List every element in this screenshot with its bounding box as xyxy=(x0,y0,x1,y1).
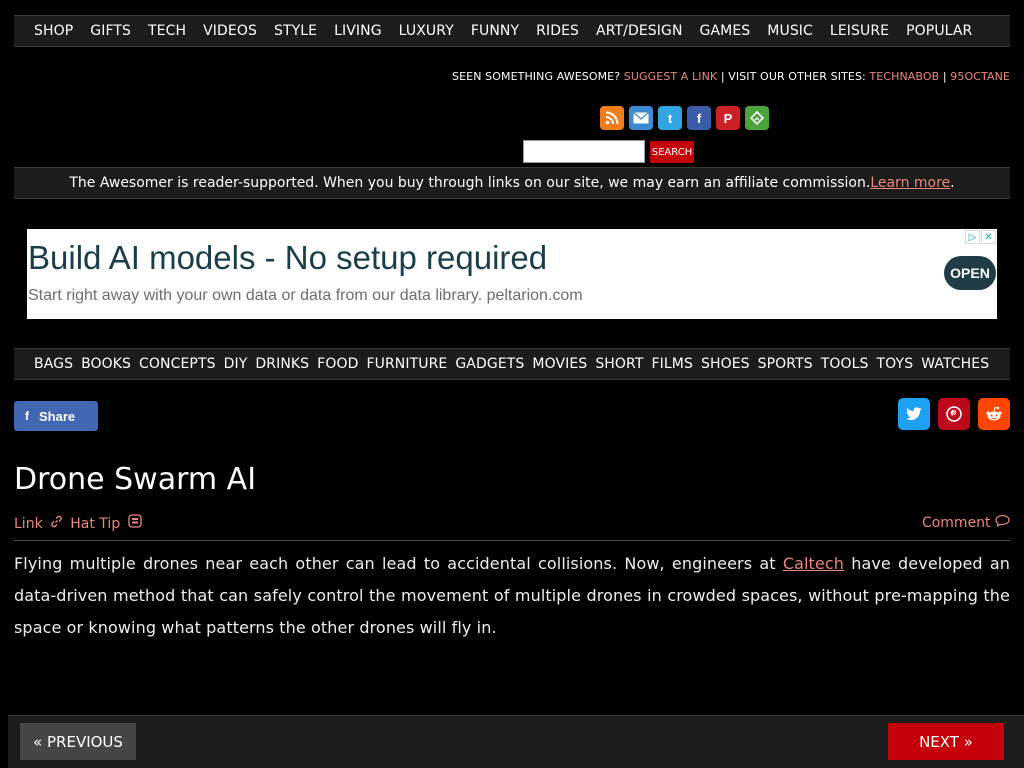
nav-item-tech[interactable]: TECH xyxy=(148,23,186,39)
comment-label: Comment xyxy=(921,515,991,531)
suggest-sep: | xyxy=(939,70,951,83)
post-body: Flying multiple drones near each other c… xyxy=(14,548,1010,644)
95octane-link[interactable]: 95OCTANE xyxy=(950,70,1010,83)
social-icons: t f P xyxy=(600,106,769,130)
category-item-sports[interactable]: SPORTS xyxy=(758,356,813,372)
category-item-short[interactable]: SHORT xyxy=(595,356,643,372)
ad-close-icon[interactable]: ✕ xyxy=(981,230,996,244)
affiliate-text: The Awesomer is reader-supported. When y… xyxy=(69,175,871,191)
category-item-gadgets[interactable]: GADGETS xyxy=(455,356,524,372)
search-button[interactable]: SEARCH xyxy=(650,141,694,163)
ad-choices: ▷ ✕ xyxy=(965,230,996,244)
nav-item-music[interactable]: MUSIC xyxy=(767,23,813,39)
post-title: Drone Swarm AI xyxy=(14,462,257,497)
category-item-furniture[interactable]: FURNITURE xyxy=(366,356,447,372)
ad-subtitle[interactable]: Start right away with your own data or d… xyxy=(28,287,583,305)
next-button[interactable]: NEXT » xyxy=(888,723,1004,760)
twitter-icon[interactable]: t xyxy=(658,106,682,130)
comment-link[interactable]: Comment xyxy=(922,514,1010,531)
chain-link-icon xyxy=(50,515,67,532)
nav-item-luxury[interactable]: LUXURY xyxy=(399,23,454,39)
post-meta-left: Link Hat Tip xyxy=(14,514,145,532)
nav-item-shop[interactable]: SHOP xyxy=(34,23,73,39)
category-item-movies[interactable]: MOVIES xyxy=(532,356,587,372)
post-link[interactable]: Link xyxy=(14,516,43,532)
category-nav: BAGS BOOKS CONCEPTS DIY DRINKS FOOD FURNITURE G… xyxy=(14,348,1010,380)
suggest-prefix: SEEN SOMETHING AWESOME? xyxy=(452,70,624,83)
ad-title[interactable]: Build AI models - No setup required xyxy=(28,239,547,277)
category-item-films[interactable]: FILMS xyxy=(652,356,693,372)
category-item-books[interactable]: BOOKS xyxy=(81,356,131,372)
technabob-link[interactable]: TECHNABOB xyxy=(869,70,939,83)
nav-item-games[interactable]: GAMES xyxy=(700,23,751,39)
top-nav: SHOP GIFTS TECH VIDEOS STYLE LIVING LUXURY FUNN… xyxy=(14,15,1010,47)
pagination-bar: « PREVIOUS NEXT » xyxy=(8,715,1024,768)
pinterest-icon[interactable]: P xyxy=(716,106,740,130)
nav-item-videos[interactable]: VIDEOS xyxy=(203,23,257,39)
rss-icon[interactable] xyxy=(600,106,624,130)
email-icon[interactable] xyxy=(629,106,653,130)
category-item-diy[interactable]: DIY xyxy=(224,356,248,372)
hat-tip-link[interactable]: Hat Tip xyxy=(70,516,120,532)
comment-icon xyxy=(995,514,1010,531)
affiliate-period: . xyxy=(950,175,955,191)
nav-item-art-design[interactable]: ART/DESIGN xyxy=(596,23,683,39)
hat-tip-icon xyxy=(128,514,142,532)
category-item-toys[interactable]: TOYS xyxy=(877,356,914,372)
nav-item-funny[interactable]: FUNNY xyxy=(471,23,519,39)
suggest-link[interactable]: SUGGEST A LINK xyxy=(624,70,717,83)
facebook-icon: f xyxy=(25,409,29,423)
twitter-share-icon[interactable] xyxy=(898,398,930,430)
pinterest-share-icon[interactable] xyxy=(938,398,970,430)
search-input[interactable] xyxy=(523,140,645,163)
affiliate-notice: The Awesomer is reader-supported. When y… xyxy=(14,167,1010,199)
nav-item-style[interactable]: STYLE xyxy=(274,23,317,39)
share-label: Share xyxy=(39,408,76,424)
nav-item-gifts[interactable]: GIFTS xyxy=(90,23,131,39)
category-item-food[interactable]: FOOD xyxy=(317,356,358,372)
learn-more-link[interactable]: Learn more xyxy=(870,175,950,191)
facebook-share-button[interactable]: f Share xyxy=(14,401,98,431)
category-item-drinks[interactable]: DRINKS xyxy=(255,356,309,372)
suggest-middle: | VISIT OUR OTHER SITES: xyxy=(717,70,870,83)
category-item-watches[interactable]: WATCHES xyxy=(921,356,989,372)
post-body-before: Flying multiple drones near each other c… xyxy=(14,554,783,573)
nav-item-living[interactable]: LIVING xyxy=(334,23,382,39)
ad-open-button[interactable]: OPEN xyxy=(944,256,996,290)
nav-item-rides[interactable]: RIDES xyxy=(536,23,579,39)
previous-button[interactable]: « PREVIOUS xyxy=(20,723,136,760)
suggest-line: SEEN SOMETHING AWESOME? SUGGEST A LINK |… xyxy=(452,70,1010,83)
ad-banner[interactable]: Build AI models - No setup required Star… xyxy=(27,229,997,319)
category-item-concepts[interactable]: CONCEPTS xyxy=(139,356,216,372)
category-item-tools[interactable]: TOOLS xyxy=(821,356,869,372)
nav-item-leisure[interactable]: LEISURE xyxy=(830,23,889,39)
post-meta: Link Hat Tip Comment xyxy=(14,512,1010,541)
reddit-share-icon[interactable] xyxy=(978,398,1010,430)
category-item-shoes[interactable]: SHOES xyxy=(701,356,750,372)
adchoices-icon[interactable]: ▷ xyxy=(965,230,980,244)
category-item-bags[interactable]: BAGS xyxy=(34,356,73,372)
facebook-icon[interactable]: f xyxy=(687,106,711,130)
nav-item-popular[interactable]: POPULAR xyxy=(906,23,972,39)
feedly-icon[interactable] xyxy=(745,106,769,130)
caltech-link[interactable]: Caltech xyxy=(783,554,844,573)
share-icons xyxy=(898,398,1010,430)
